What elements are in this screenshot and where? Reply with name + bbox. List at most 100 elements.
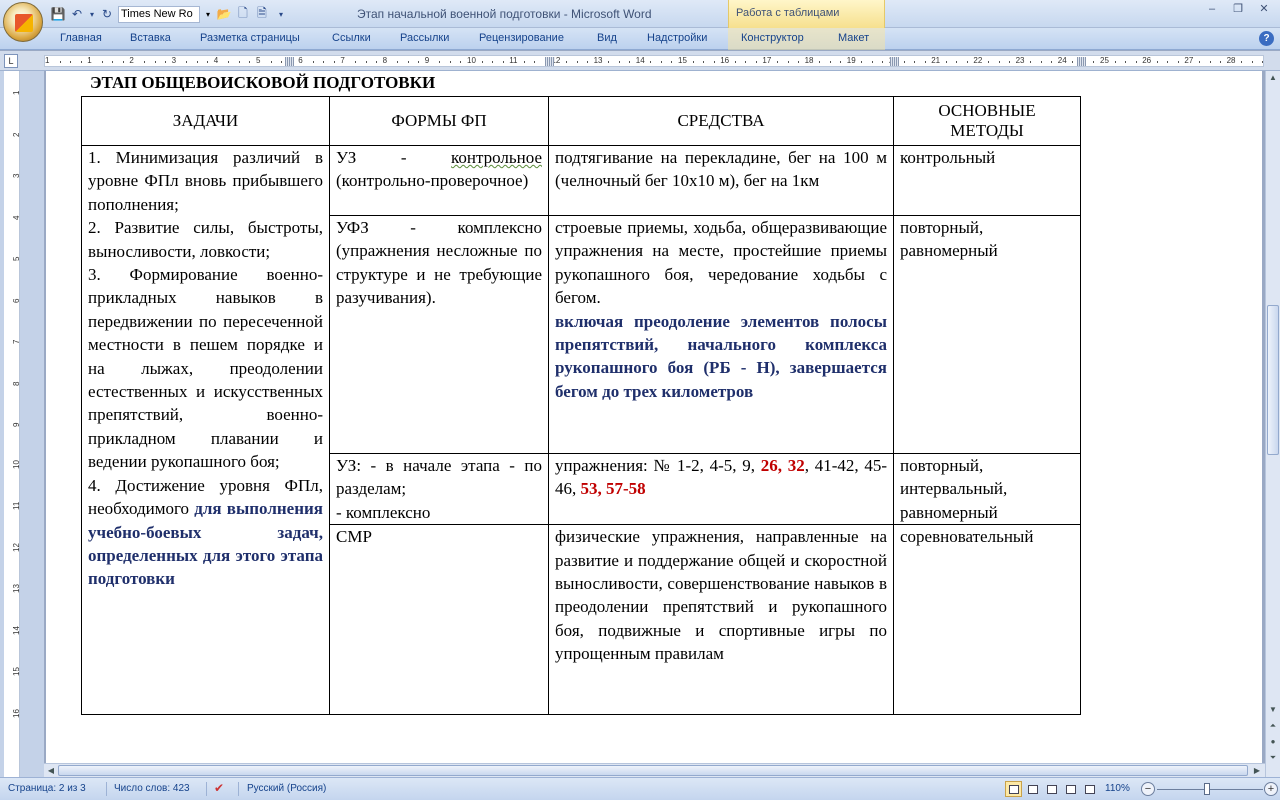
- ruler-tick: [376, 61, 378, 63]
- browse-object-icon[interactable]: ●: [1266, 735, 1280, 749]
- ruler-number: 19: [846, 56, 856, 65]
- ruler-tick: [1156, 61, 1158, 63]
- undo-dropdown-icon[interactable]: ▾: [88, 6, 96, 22]
- minimize-button[interactable]: –: [1200, 1, 1224, 17]
- ruler-tick: [1209, 61, 1211, 63]
- means-cell-3[interactable]: упражнения: № 1-2, 4-5, 9, 26, 32, 41-42…: [548, 452, 894, 526]
- vertical-ruler-number: 3: [12, 173, 21, 178]
- tab-home[interactable]: Главная: [60, 32, 102, 44]
- language-indicator[interactable]: Русский (Россия): [247, 783, 326, 794]
- methods-cell-3[interactable]: повторный, интервальный, равномерный: [893, 452, 1081, 526]
- tab-page-layout[interactable]: Разметка страницы: [200, 32, 300, 44]
- task-2: 2. Развитие силы, быстроты, выносливости…: [88, 218, 323, 261]
- restore-button[interactable]: ❐: [1226, 1, 1250, 17]
- document-area[interactable]: ЭТАП ОБЩЕВОИСКОВОЙ ПОДГОТОВКИ ЗАДАЧИ ФОР…: [44, 71, 1265, 763]
- tab-references[interactable]: Ссылки: [332, 32, 371, 44]
- tab-mailings[interactable]: Рассылки: [400, 32, 449, 44]
- ruler-tick: [281, 61, 283, 63]
- methods-cell-1[interactable]: контрольный: [893, 145, 1081, 216]
- print-preview-icon[interactable]: 🗎: [254, 6, 270, 22]
- form-cell-1[interactable]: УЗ - контрольное (контрольно-проверочное…: [329, 145, 549, 216]
- office-button[interactable]: [3, 2, 43, 42]
- vertical-ruler[interactable]: 1 2 3 4 5 6 7 8 9 10 11 12 13 14 15 16: [0, 71, 44, 777]
- ruler-tick: [418, 61, 420, 63]
- zoom-slider-thumb[interactable]: [1204, 783, 1210, 795]
- web-layout-view-icon[interactable]: [1043, 781, 1060, 797]
- table-column-marker-1[interactable]: [285, 57, 294, 66]
- zoom-out-icon[interactable]: −: [1141, 782, 1155, 796]
- document-page[interactable]: ЭТАП ОБЩЕВОИСКОВОЙ ПОДГОТОВКИ ЗАДАЧИ ФОР…: [46, 71, 1262, 763]
- proofing-errors-icon[interactable]: ✔: [214, 781, 224, 795]
- zoom-in-icon[interactable]: +: [1264, 782, 1278, 796]
- form-cell-3[interactable]: УЗ: - в начале этапа - по разделам; - ко…: [329, 452, 549, 526]
- window-controls: – ❐ ✕: [1200, 1, 1276, 17]
- tab-layout[interactable]: Макет: [838, 32, 869, 44]
- ruler-tick: [59, 61, 61, 63]
- ruler-tick: [122, 61, 124, 63]
- header-methods[interactable]: ОСНОВНЫЕ МЕТОДЫ: [893, 96, 1081, 146]
- tab-view[interactable]: Вид: [597, 32, 617, 44]
- horizontal-ruler[interactable]: L 11234567891011121314151617181920212223…: [0, 51, 1280, 71]
- scroll-right-icon[interactable]: ▶: [1250, 764, 1264, 778]
- header-forms[interactable]: ФОРМЫ ФП: [329, 96, 549, 146]
- horizontal-scrollbar[interactable]: ◀ ▶: [44, 763, 1265, 777]
- word-count[interactable]: Число слов: 423: [114, 783, 190, 794]
- font-dropdown-icon[interactable]: ▾: [203, 6, 213, 23]
- previous-page-icon[interactable]: ⏶: [1266, 719, 1280, 733]
- tab-selector-icon[interactable]: L: [4, 54, 18, 68]
- save-icon[interactable]: 💾: [50, 6, 66, 22]
- tab-design[interactable]: Конструктор: [741, 32, 804, 44]
- header-means[interactable]: СРЕДСТВА: [548, 96, 894, 146]
- tasks-cell[interactable]: 1. Минимизация различий в уровне ФПл вно…: [81, 144, 330, 716]
- open-folder-icon[interactable]: 📂: [216, 6, 232, 22]
- ruler-tick: [755, 61, 757, 63]
- print-layout-view-icon[interactable]: [1005, 781, 1022, 797]
- means-cell-1[interactable]: подтягивание на перекладине, бег на 100 …: [548, 145, 894, 216]
- ruler-tick: [703, 61, 705, 63]
- customize-toolbar-icon[interactable]: ▾: [273, 6, 289, 22]
- means-cell-2[interactable]: строевые приемы, ходьба, общеразвивающие…: [548, 215, 894, 454]
- form-cell-4[interactable]: СМР: [329, 524, 549, 716]
- ruler-tick: [460, 61, 462, 63]
- ruler-tick: [618, 61, 620, 63]
- zoom-slider-track[interactable]: [1157, 789, 1263, 790]
- tab-addins[interactable]: Надстройки: [647, 32, 707, 44]
- vertical-ruler-number: 9: [12, 422, 21, 427]
- outline-view-icon[interactable]: [1062, 781, 1079, 797]
- close-button[interactable]: ✕: [1252, 1, 1276, 17]
- draft-view-icon[interactable]: [1081, 781, 1098, 797]
- methods-cell-4[interactable]: соревновательный: [893, 524, 1081, 716]
- scroll-up-icon[interactable]: ▲: [1266, 71, 1280, 85]
- new-document-icon[interactable]: 🗋: [235, 6, 251, 22]
- ruler-tick: [903, 61, 905, 63]
- redo-icon[interactable]: ↻: [99, 6, 115, 22]
- table-column-marker-4[interactable]: [1077, 57, 1086, 66]
- tab-review[interactable]: Рецензирование: [479, 32, 564, 44]
- header-tasks[interactable]: ЗАДАЧИ: [81, 96, 330, 146]
- vertical-ruler-number: 13: [12, 584, 21, 593]
- means-3-red-a: 26, 32: [760, 456, 805, 475]
- undo-icon[interactable]: ↶: [69, 6, 85, 22]
- table-column-marker-2[interactable]: [545, 57, 554, 66]
- scroll-left-icon[interactable]: ◀: [44, 764, 58, 778]
- next-page-icon[interactable]: ⏷: [1266, 751, 1280, 765]
- ruler-tick: [987, 61, 989, 63]
- form-cell-2[interactable]: УФЗ - комплексно (упражнения несложные п…: [329, 215, 549, 454]
- zoom-level[interactable]: 110%: [1105, 783, 1130, 794]
- vertical-scroll-thumb[interactable]: [1267, 305, 1279, 455]
- scroll-down-icon[interactable]: ▼: [1266, 703, 1280, 717]
- full-screen-reading-view-icon[interactable]: [1024, 781, 1041, 797]
- font-name-box[interactable]: Times New Ro: [118, 5, 200, 23]
- help-icon[interactable]: ?: [1259, 31, 1274, 46]
- table-column-marker-3[interactable]: [890, 57, 899, 66]
- means-cell-4[interactable]: физические упражнения, направленные на р…: [548, 524, 894, 716]
- vertical-ruler-number: 1: [12, 90, 21, 95]
- ruler-tick: [882, 61, 884, 63]
- vertical-scrollbar[interactable]: ▲ ▼ ⏶ ● ⏷: [1265, 71, 1280, 777]
- page-indicator[interactable]: Страница: 2 из 3: [8, 783, 86, 794]
- tab-insert[interactable]: Вставка: [130, 32, 171, 44]
- training-table[interactable]: ЗАДАЧИ ФОРМЫ ФП СРЕДСТВА ОСНОВНЫЕ МЕТОДЫ…: [81, 96, 1081, 716]
- ruler-tick: [692, 61, 694, 63]
- horizontal-scroll-thumb[interactable]: [58, 765, 1248, 776]
- methods-cell-2[interactable]: повторный, равномерный: [893, 215, 1081, 454]
